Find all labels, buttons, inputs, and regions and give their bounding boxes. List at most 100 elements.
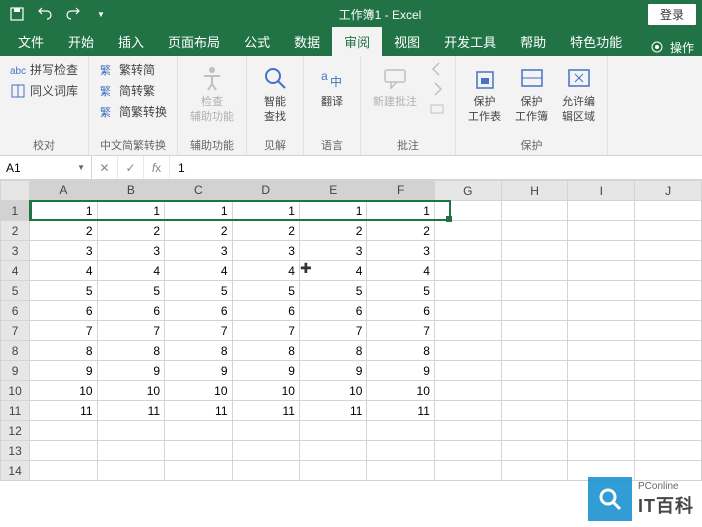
ribbon-item-同义词库[interactable]: 同义词库 — [8, 81, 80, 100]
cell-A2[interactable]: 2 — [30, 221, 97, 241]
cell-J7[interactable] — [635, 321, 702, 341]
cell-D3[interactable]: 3 — [232, 241, 299, 261]
cell-A14[interactable] — [30, 461, 97, 481]
cell-D12[interactable] — [232, 421, 299, 441]
cell-H10[interactable] — [501, 381, 568, 401]
cell-D11[interactable]: 11 — [232, 401, 299, 421]
cell-E13[interactable] — [299, 441, 366, 461]
cell-J3[interactable] — [635, 241, 702, 261]
cell-B9[interactable]: 9 — [97, 361, 164, 381]
cell-I7[interactable] — [568, 321, 635, 341]
cell-I12[interactable] — [568, 421, 635, 441]
tab-公式[interactable]: 公式 — [232, 27, 282, 56]
cell-E4[interactable]: 4 — [299, 261, 366, 281]
cell-I9[interactable] — [568, 361, 635, 381]
cell-G13[interactable] — [434, 441, 501, 461]
cell-B5[interactable]: 5 — [97, 281, 164, 301]
row-header-3[interactable]: 3 — [1, 241, 30, 261]
cell-E12[interactable] — [299, 421, 366, 441]
cell-A6[interactable]: 6 — [30, 301, 97, 321]
row-header-12[interactable]: 12 — [1, 421, 30, 441]
cell-I4[interactable] — [568, 261, 635, 281]
cell-A4[interactable]: 4 — [30, 261, 97, 281]
cell-D13[interactable] — [232, 441, 299, 461]
cell-J4[interactable] — [635, 261, 702, 281]
cell-J9[interactable] — [635, 361, 702, 381]
cell-E5[interactable]: 5 — [299, 281, 366, 301]
cell-A3[interactable]: 3 — [30, 241, 97, 261]
col-header-B[interactable]: B — [97, 181, 164, 201]
col-header-J[interactable]: J — [635, 181, 702, 201]
save-icon[interactable] — [6, 3, 28, 25]
cell-H11[interactable] — [501, 401, 568, 421]
cell-H13[interactable] — [501, 441, 568, 461]
cell-D7[interactable]: 7 — [232, 321, 299, 341]
cell-J11[interactable] — [635, 401, 702, 421]
cell-H7[interactable] — [501, 321, 568, 341]
cell-A11[interactable]: 11 — [30, 401, 97, 421]
cell-F8[interactable]: 8 — [367, 341, 434, 361]
cell-H2[interactable] — [501, 221, 568, 241]
cell-C2[interactable]: 2 — [165, 221, 232, 241]
cell-A9[interactable]: 9 — [30, 361, 97, 381]
tab-文件[interactable]: 文件 — [6, 27, 56, 56]
cell-E11[interactable]: 11 — [299, 401, 366, 421]
row-header-11[interactable]: 11 — [1, 401, 30, 421]
row-header-2[interactable]: 2 — [1, 221, 30, 241]
cell-B10[interactable]: 10 — [97, 381, 164, 401]
cell-D8[interactable]: 8 — [232, 341, 299, 361]
cell-H6[interactable] — [501, 301, 568, 321]
tab-开发工具[interactable]: 开发工具 — [432, 27, 508, 56]
tab-特色功能[interactable]: 特色功能 — [558, 27, 634, 56]
cell-G5[interactable] — [434, 281, 501, 301]
cell-C10[interactable]: 10 — [165, 381, 232, 401]
cell-E3[interactable]: 3 — [299, 241, 366, 261]
col-header-G[interactable]: G — [434, 181, 501, 201]
col-header-D[interactable]: D — [232, 181, 299, 201]
cell-E7[interactable]: 7 — [299, 321, 366, 341]
cell-E8[interactable]: 8 — [299, 341, 366, 361]
cell-C13[interactable] — [165, 441, 232, 461]
cell-B1[interactable]: 1 — [97, 201, 164, 221]
cell-C7[interactable]: 7 — [165, 321, 232, 341]
cell-G12[interactable] — [434, 421, 501, 441]
chevron-down-icon[interactable]: ▼ — [77, 163, 85, 172]
ribbon-item-繁转简[interactable]: 繁繁转简 — [97, 60, 169, 79]
name-box[interactable]: A1 ▼ — [0, 156, 92, 179]
cell-J12[interactable] — [635, 421, 702, 441]
cell-B7[interactable]: 7 — [97, 321, 164, 341]
cell-A10[interactable]: 10 — [30, 381, 97, 401]
ribbon-item-简繁转换[interactable]: 繁简繁转换 — [97, 102, 169, 121]
cell-I10[interactable] — [568, 381, 635, 401]
cell-H12[interactable] — [501, 421, 568, 441]
cell-E10[interactable]: 10 — [299, 381, 366, 401]
cell-D5[interactable]: 5 — [232, 281, 299, 301]
cell-B13[interactable] — [97, 441, 164, 461]
ribbon-large-保护[interactable]: 保护工作簿 — [511, 60, 552, 126]
cell-H3[interactable] — [501, 241, 568, 261]
cell-C6[interactable]: 6 — [165, 301, 232, 321]
cell-J13[interactable] — [635, 441, 702, 461]
cell-I13[interactable] — [568, 441, 635, 461]
cell-B8[interactable]: 8 — [97, 341, 164, 361]
cell-F9[interactable]: 9 — [367, 361, 434, 381]
cell-G2[interactable] — [434, 221, 501, 241]
ribbon-large-允许编[interactable]: 允许编辑区域 — [558, 60, 599, 126]
cell-I3[interactable] — [568, 241, 635, 261]
cell-I2[interactable] — [568, 221, 635, 241]
cell-A5[interactable]: 5 — [30, 281, 97, 301]
cell-C14[interactable] — [165, 461, 232, 481]
cell-A7[interactable]: 7 — [30, 321, 97, 341]
cell-F7[interactable]: 7 — [367, 321, 434, 341]
cell-E2[interactable]: 2 — [299, 221, 366, 241]
cell-F5[interactable]: 5 — [367, 281, 434, 301]
cell-A13[interactable] — [30, 441, 97, 461]
cancel-icon[interactable]: ✕ — [92, 156, 118, 179]
tab-视图[interactable]: 视图 — [382, 27, 432, 56]
cell-B11[interactable]: 11 — [97, 401, 164, 421]
cell-E1[interactable]: 1 — [299, 201, 366, 221]
cell-D10[interactable]: 10 — [232, 381, 299, 401]
tab-数据[interactable]: 数据 — [282, 27, 332, 56]
cell-G6[interactable] — [434, 301, 501, 321]
select-all-corner[interactable] — [1, 181, 30, 201]
